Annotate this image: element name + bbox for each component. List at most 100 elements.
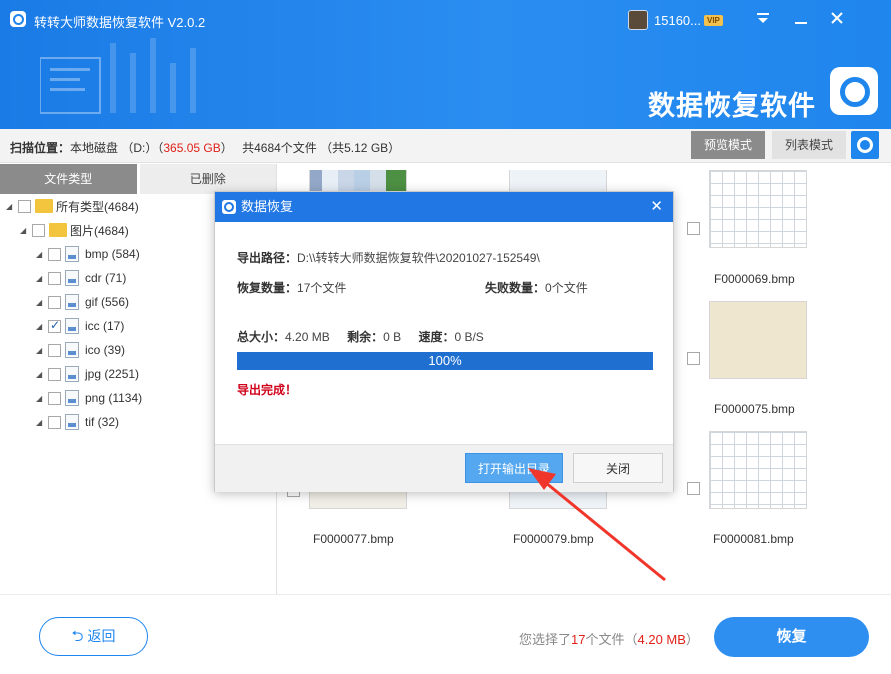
bmp-file-icon — [65, 246, 79, 262]
expand-arrow-icon[interactable]: ◢ — [36, 418, 46, 427]
tree-item-ico[interactable]: ◢ ico (39) — [36, 338, 125, 362]
tab-deleted[interactable]: 已删除 — [140, 164, 277, 194]
thumbnail-checkbox[interactable] — [687, 482, 700, 495]
fail-count-label: 失败数量： — [485, 281, 545, 295]
remain-value: 0 B — [383, 330, 401, 344]
remain-label: 剩余： — [347, 330, 383, 344]
tree-checkbox[interactable] — [48, 248, 61, 261]
back-button[interactable]: ⮌返回 — [39, 617, 148, 656]
export-path: 导出路径：D:\\转转大师数据恢复软件\20201027-152549\ — [237, 249, 540, 266]
expand-arrow-icon[interactable]: ◢ — [36, 346, 46, 355]
dialog-close-icon[interactable]: ✕ — [650, 192, 663, 222]
recover-button[interactable]: 恢复 — [714, 617, 869, 657]
bottom-bar: ⮌返回 您选择了17个文件（4.20 MB） 恢复 — [0, 594, 891, 674]
expand-arrow-icon[interactable]: ◢ — [36, 274, 46, 283]
dialog-logo-icon — [222, 200, 236, 214]
selection-prefix: 您选择了 — [519, 632, 571, 647]
scan-disk: 本地磁盘 （D:）（ — [70, 141, 163, 155]
tree-item-jpg[interactable]: ◢ jpg (2251) — [36, 362, 139, 386]
tree-item-all[interactable]: ◢ 所有类型(4684) — [6, 194, 139, 218]
tree-item-gif[interactable]: ◢ gif (556) — [36, 290, 129, 314]
minimize-icon[interactable] — [790, 8, 812, 30]
user-account[interactable]: 15160... VIP — [628, 9, 723, 31]
progress-bar: 100% — [237, 352, 653, 370]
recover-count: 恢复数量：17个文件 — [237, 279, 346, 296]
avatar[interactable] — [628, 10, 648, 30]
folder-icon — [49, 223, 67, 237]
back-button-label: 返回 — [88, 628, 116, 644]
tree-checkbox[interactable] — [48, 272, 61, 285]
close-icon[interactable] — [826, 8, 848, 30]
tree-checkbox[interactable] — [48, 368, 61, 381]
thumbnail-name: F0000077.bmp — [313, 532, 394, 546]
tree-checkbox[interactable] — [18, 200, 31, 213]
thumbnail-checkbox[interactable] — [687, 352, 700, 365]
tree-item-cdr[interactable]: ◢ cdr (71) — [36, 266, 126, 290]
menu-icon[interactable] — [752, 8, 774, 30]
expand-arrow-icon[interactable]: ◢ — [36, 250, 46, 259]
transfer-stats: 总大小：4.20 MB 剩余：0 B 速度：0 B/S — [237, 328, 484, 345]
scan-disk-size-close: ） — [221, 141, 233, 155]
speed-label: 速度： — [418, 330, 454, 344]
thumbnail-name: F0000075.bmp — [714, 402, 795, 416]
thumbnail-image[interactable] — [709, 170, 807, 248]
tree-item-png[interactable]: ◢ png (1134) — [36, 386, 142, 410]
icc-file-icon — [65, 318, 79, 334]
thumbnail-image[interactable] — [709, 301, 807, 379]
header-decoration-icon — [40, 38, 210, 118]
tree-item-label: jpg (2251) — [85, 367, 139, 381]
brand-logo-icon — [830, 67, 878, 115]
recover-count-label: 恢复数量： — [237, 281, 297, 295]
tree-item-label: 图片(4684) — [70, 222, 129, 239]
thumbnail-checkbox[interactable] — [687, 222, 700, 235]
scan-info-bar: 扫描位置：本地磁盘 （D:）（365.05 GB） 共4684个文件 （共5.1… — [0, 129, 891, 163]
app-logo-icon — [10, 11, 26, 27]
tree-item-bmp[interactable]: ◢ bmp (584) — [36, 242, 140, 266]
list-mode-button[interactable]: 列表模式 — [772, 131, 846, 159]
tree-checkbox[interactable] — [32, 224, 45, 237]
user-name: 15160... — [654, 13, 701, 28]
tree-item-label: tif (32) — [85, 415, 119, 429]
selection-count: 17 — [571, 632, 585, 647]
tree-checkbox[interactable] — [48, 392, 61, 405]
vip-badge: VIP — [704, 15, 723, 26]
tree-checkbox[interactable] — [48, 344, 61, 357]
scan-location: 扫描位置：本地磁盘 （D:）（365.05 GB） 共4684个文件 （共5.1… — [10, 139, 400, 156]
tree-item-images[interactable]: ◢ 图片(4684) — [20, 218, 129, 242]
gif-file-icon — [65, 294, 79, 310]
expand-arrow-icon[interactable]: ◢ — [20, 226, 30, 235]
recovery-dialog: 数据恢复 ✕ 导出路径：D:\\转转大师数据恢复软件\20201027-1525… — [214, 191, 674, 492]
tif-file-icon — [65, 414, 79, 430]
cdr-file-icon — [65, 270, 79, 286]
export-path-value: D:\\转转大师数据恢复软件\20201027-152549\ — [297, 251, 540, 265]
dialog-close-button[interactable]: 关闭 — [573, 453, 663, 483]
tree-item-label: bmp (584) — [85, 247, 140, 261]
selection-suffix: ） — [686, 632, 699, 647]
scan-location-label: 扫描位置： — [10, 141, 70, 155]
tree-item-label: gif (556) — [85, 295, 129, 309]
tree-checkbox[interactable] — [48, 416, 61, 429]
tree-checkbox-checked[interactable] — [48, 320, 61, 333]
tree-checkbox[interactable] — [48, 296, 61, 309]
preview-mode-button[interactable]: 预览模式 — [691, 131, 765, 159]
dialog-title: 数据恢复 — [241, 199, 293, 214]
tree-item-icc[interactable]: ◢ icc (17) — [36, 314, 124, 338]
tree-item-tif[interactable]: ◢ tif (32) — [36, 410, 119, 434]
recover-count-value: 17个文件 — [297, 281, 346, 295]
scan-total: 共4684个文件 （共5.12 GB） — [242, 141, 400, 155]
expand-arrow-icon[interactable]: ◢ — [6, 202, 16, 211]
expand-arrow-icon[interactable]: ◢ — [36, 394, 46, 403]
folder-icon — [35, 199, 53, 213]
expand-arrow-icon[interactable]: ◢ — [36, 370, 46, 379]
expand-arrow-icon[interactable]: ◢ — [36, 322, 46, 331]
thumbnail-name: F0000081.bmp — [713, 532, 794, 546]
speed-value: 0 B/S — [454, 330, 483, 344]
tab-file-type[interactable]: 文件类型 — [0, 164, 137, 194]
brand-text: 数据恢复软件 — [648, 84, 816, 123]
expand-arrow-icon[interactable]: ◢ — [36, 298, 46, 307]
thumbnail-image[interactable] — [709, 431, 807, 509]
open-output-folder-button[interactable]: 打开输出目录 — [465, 453, 563, 483]
fail-count: 失败数量：0个文件 — [485, 279, 588, 296]
search-icon[interactable] — [851, 131, 879, 159]
tree-item-label: icc (17) — [85, 319, 124, 333]
